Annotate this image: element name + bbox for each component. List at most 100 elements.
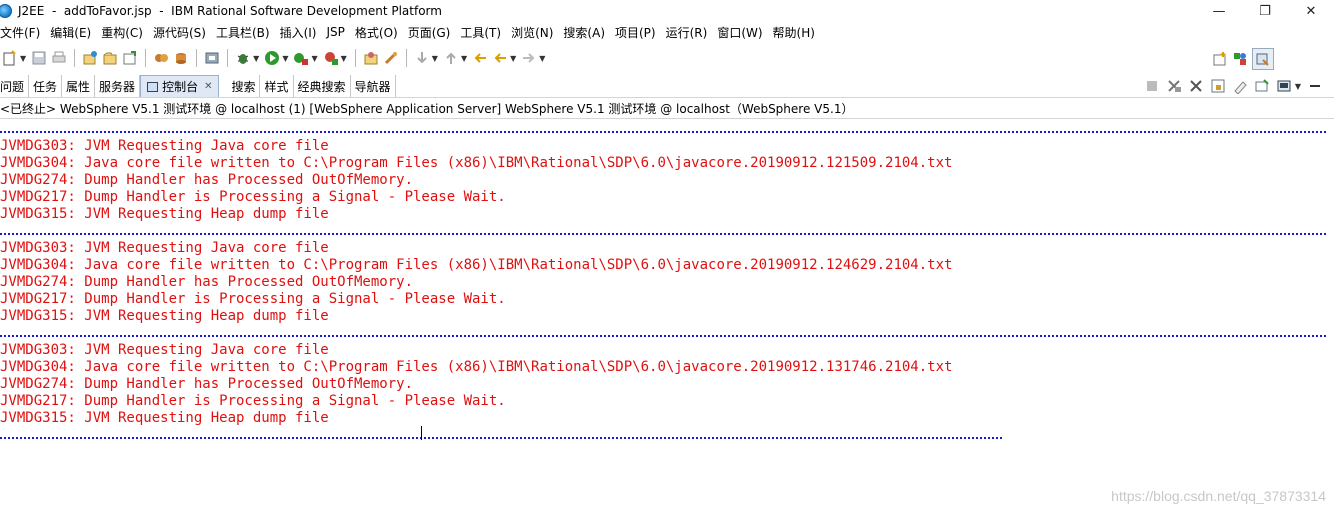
separator-dots: [0, 335, 1326, 337]
menu-format[interactable]: 格式(O): [350, 24, 403, 41]
last-edit-icon[interactable]: [472, 50, 488, 66]
log-line: JVMDG274: Dump Handler has Processed Out…: [0, 376, 414, 392]
window-title: J2EE - addToFavor.jsp - IBM Rational Sof…: [18, 4, 442, 18]
menu-window[interactable]: 窗口(W): [712, 24, 767, 41]
separator-dots: [0, 437, 1002, 439]
toolbar-separator: [145, 49, 147, 67]
menu-run[interactable]: 运行(R): [661, 24, 713, 41]
menu-page[interactable]: 页面(G): [403, 24, 456, 41]
debug-icon[interactable]: [235, 50, 251, 66]
new-dropdown-icon[interactable]: ▼: [20, 54, 26, 63]
toolbar-separator: [227, 49, 229, 67]
toolbar-separator: [354, 49, 356, 67]
log-line: JVMDG274: Dump Handler has Processed Out…: [0, 274, 414, 290]
clear-console-icon[interactable]: [1232, 78, 1248, 94]
close-tab-icon[interactable]: ✕: [204, 81, 212, 92]
tab-servers[interactable]: 服务器: [95, 75, 141, 97]
tab-styles[interactable]: 样式: [260, 75, 294, 97]
perspective-switcher: [1210, 48, 1274, 70]
new-project-icon[interactable]: [82, 50, 98, 66]
tab-tasks[interactable]: 任务: [29, 75, 63, 97]
previous-annotation-dropdown-icon[interactable]: ▼: [461, 54, 467, 63]
external-tools-icon[interactable]: [293, 50, 309, 66]
console-icon: [147, 81, 159, 92]
back-icon[interactable]: [492, 50, 508, 66]
debug-dropdown-icon[interactable]: ▼: [253, 54, 259, 63]
menu-source[interactable]: 源代码(S): [148, 24, 211, 41]
save-icon[interactable]: [31, 50, 47, 66]
tab-console[interactable]: 控制台 ✕: [140, 75, 220, 97]
deploy-icon[interactable]: [204, 50, 220, 66]
menu-insert[interactable]: 插入(I): [275, 24, 322, 41]
print-icon[interactable]: [51, 50, 67, 66]
toolbar-separator: [74, 49, 76, 67]
log-line: JVMDG315: JVM Requesting Heap dump file: [0, 410, 329, 426]
previous-annotation-icon[interactable]: [443, 50, 459, 66]
minimize-button[interactable]: —: [1196, 0, 1242, 22]
toolbar-separator: [405, 49, 407, 67]
log-line: JVMDG217: Dump Handler is Processing a S…: [0, 291, 506, 307]
profile-icon[interactable]: [323, 50, 339, 66]
open-perspective-icon[interactable]: [1212, 51, 1228, 67]
menu-help[interactable]: 帮助(H): [768, 24, 820, 41]
menu-project[interactable]: 项目(P): [610, 24, 661, 41]
log-line: JVMDG304: Java core file written to C:\P…: [0, 257, 953, 273]
menu-navigate[interactable]: 浏览(N): [506, 24, 558, 41]
terminate-icon[interactable]: [1144, 78, 1160, 94]
display-console-icon[interactable]: [1276, 78, 1292, 94]
log-line: JVMDG303: JVM Requesting Java core file: [0, 240, 329, 256]
menu-bar: 文件(F) 编辑(E) 重构(C) 源代码(S) 工具栏(B) 插入(I) JS…: [0, 22, 1334, 42]
tab-navigator[interactable]: 导航器: [351, 75, 396, 97]
open-resource-icon[interactable]: [363, 50, 379, 66]
search-tool-icon[interactable]: [383, 50, 399, 66]
tab-properties[interactable]: 属性: [62, 75, 96, 97]
log-line: JVMDG217: Dump Handler is Processing a S…: [0, 393, 506, 409]
close-button[interactable]: ✕: [1288, 0, 1334, 22]
view-tab-bar: 问题 任务 属性 服务器 控制台 ✕ 搜索 样式 经典搜索 导航器 ▼: [0, 75, 1334, 98]
forward-icon[interactable]: [521, 50, 537, 66]
tab-problems[interactable]: 问题: [0, 75, 30, 97]
separator-dots: [0, 233, 1326, 235]
menu-tools[interactable]: 工具(T): [455, 24, 506, 41]
console-output[interactable]: JVMDG303: JVM Requesting Java core file …: [0, 121, 1334, 513]
database-icon[interactable]: [173, 50, 189, 66]
text-cursor: [421, 426, 422, 440]
remove-launch-icon[interactable]: [1166, 78, 1182, 94]
forward-dropdown-icon[interactable]: ▼: [539, 54, 545, 63]
log-line: JVMDG217: Dump Handler is Processing a S…: [0, 189, 506, 205]
minimize-view-icon[interactable]: [1307, 78, 1323, 94]
menu-search[interactable]: 搜索(A): [558, 24, 610, 41]
menu-jsp[interactable]: JSP: [321, 25, 349, 39]
next-annotation-icon[interactable]: [414, 50, 430, 66]
restore-button[interactable]: ❐: [1242, 0, 1288, 22]
tab-search[interactable]: 搜索: [227, 75, 261, 97]
scroll-lock-icon[interactable]: [1210, 78, 1226, 94]
pin-console-icon[interactable]: [1254, 78, 1270, 94]
open-type-icon[interactable]: [122, 50, 138, 66]
new-icon[interactable]: [2, 50, 18, 66]
run-icon[interactable]: [264, 50, 280, 66]
log-line: JVMDG315: JVM Requesting Heap dump file: [0, 206, 329, 222]
menu-edit[interactable]: 编辑(E): [45, 24, 96, 41]
display-console-dropdown-icon[interactable]: ▼: [1295, 82, 1301, 91]
remove-all-icon[interactable]: [1188, 78, 1204, 94]
j2ee-perspective-icon[interactable]: [1252, 48, 1274, 70]
console-view-toolbar: ▼: [1141, 75, 1326, 97]
back-dropdown-icon[interactable]: ▼: [510, 54, 516, 63]
new-folder-icon[interactable]: [102, 50, 118, 66]
profile-dropdown-icon[interactable]: ▼: [341, 54, 347, 63]
external-tools-dropdown-icon[interactable]: ▼: [311, 54, 317, 63]
menu-refactor[interactable]: 重构(C): [96, 24, 148, 41]
tab-classic-search[interactable]: 经典搜索: [294, 75, 351, 97]
web-perspective-icon[interactable]: [1232, 51, 1248, 67]
server-icon[interactable]: [153, 50, 169, 66]
run-dropdown-icon[interactable]: ▼: [282, 54, 288, 63]
menu-file[interactable]: 文件(F): [0, 24, 45, 41]
log-line: JVMDG303: JVM Requesting Java core file: [0, 342, 329, 358]
menu-toolbar[interactable]: 工具栏(B): [211, 24, 275, 41]
watermark: https://blog.csdn.net/qq_37873314: [1111, 488, 1326, 504]
next-annotation-dropdown-icon[interactable]: ▼: [432, 54, 438, 63]
title-bar: J2EE - addToFavor.jsp - IBM Rational Sof…: [0, 0, 1334, 22]
log-line: JVMDG315: JVM Requesting Heap dump file: [0, 308, 329, 324]
console-title: <已终止> WebSphere V5.1 测试环境 @ localhost (1…: [0, 98, 1334, 119]
